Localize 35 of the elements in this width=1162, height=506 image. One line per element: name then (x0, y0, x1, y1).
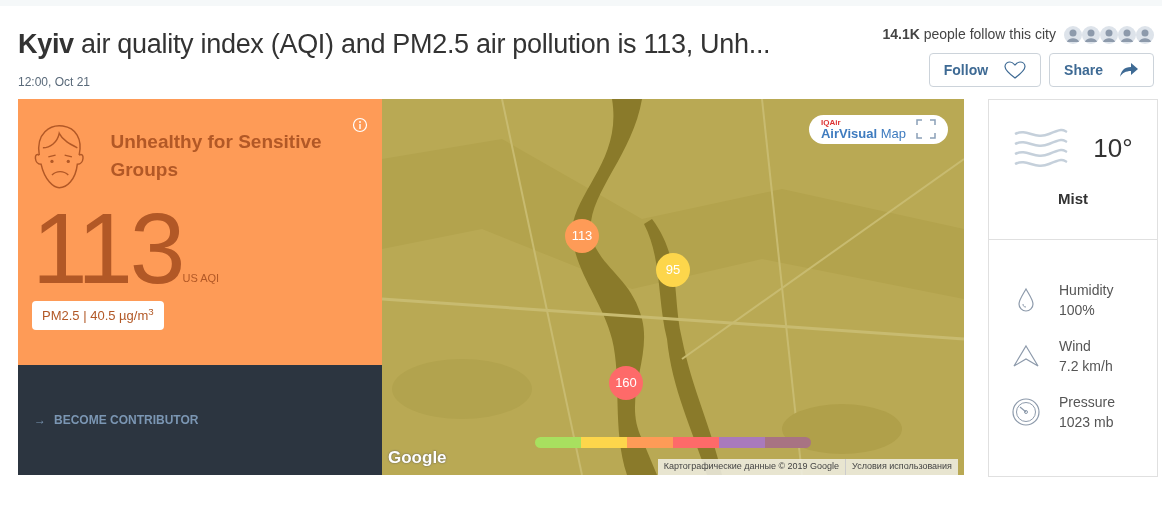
aqi-value: 113 (32, 202, 183, 293)
detail-value: 1023 mb (1059, 412, 1115, 432)
timestamp: 12:00, Oct 21 (18, 73, 92, 91)
avatar-icon (1064, 25, 1082, 44)
temperature: 10° (1093, 132, 1133, 165)
avatar-icon (1100, 25, 1118, 44)
weather-condition: Mist (1058, 188, 1088, 209)
follow-button[interactable]: Follow (928, 53, 1042, 87)
share-button[interactable]: Share (1049, 53, 1154, 87)
detail-label: Humidity (1059, 280, 1114, 300)
avatar-icon (1082, 25, 1100, 44)
aqi-category: Unhealthy for Sensitive Groups (110, 129, 323, 182)
terms-link[interactable]: Условия использования (845, 459, 958, 475)
fullscreen-icon[interactable] (916, 119, 936, 139)
navigation-arrow-icon (1012, 343, 1040, 368)
droplet-icon (1016, 286, 1036, 313)
info-icon[interactable] (352, 116, 368, 133)
heart-icon (1004, 61, 1027, 79)
aqi-unit: US AQI (182, 271, 220, 286)
map-attribution: Картографические данные © 2019 Google (662, 460, 841, 473)
avatar-icon (1118, 25, 1136, 44)
map-logo: Google (388, 447, 447, 469)
share-icon (1119, 62, 1139, 78)
detail-value: 7.2 km/h (1059, 356, 1113, 376)
page-title: Kyiv air quality index (AQI) and PM2.5 air pollution is 113, Unh... (18, 28, 771, 61)
mist-icon (1013, 127, 1070, 170)
detail-label: Pressure (1059, 392, 1116, 412)
arrow-icon: → (34, 410, 46, 429)
detail-label: Wind (1059, 336, 1092, 356)
contributor-link[interactable]: → BECOME CONTRIBUTOR (34, 410, 199, 429)
pollutant-reading: PM2.5 | 40.5 µg/m$^{3}$ (32, 300, 164, 330)
detail-value: 100% (1059, 300, 1096, 320)
avatar-icon (1136, 25, 1154, 44)
gauge-icon (1011, 396, 1041, 427)
follower-count: 14.1K people follow this city (882, 25, 1056, 44)
